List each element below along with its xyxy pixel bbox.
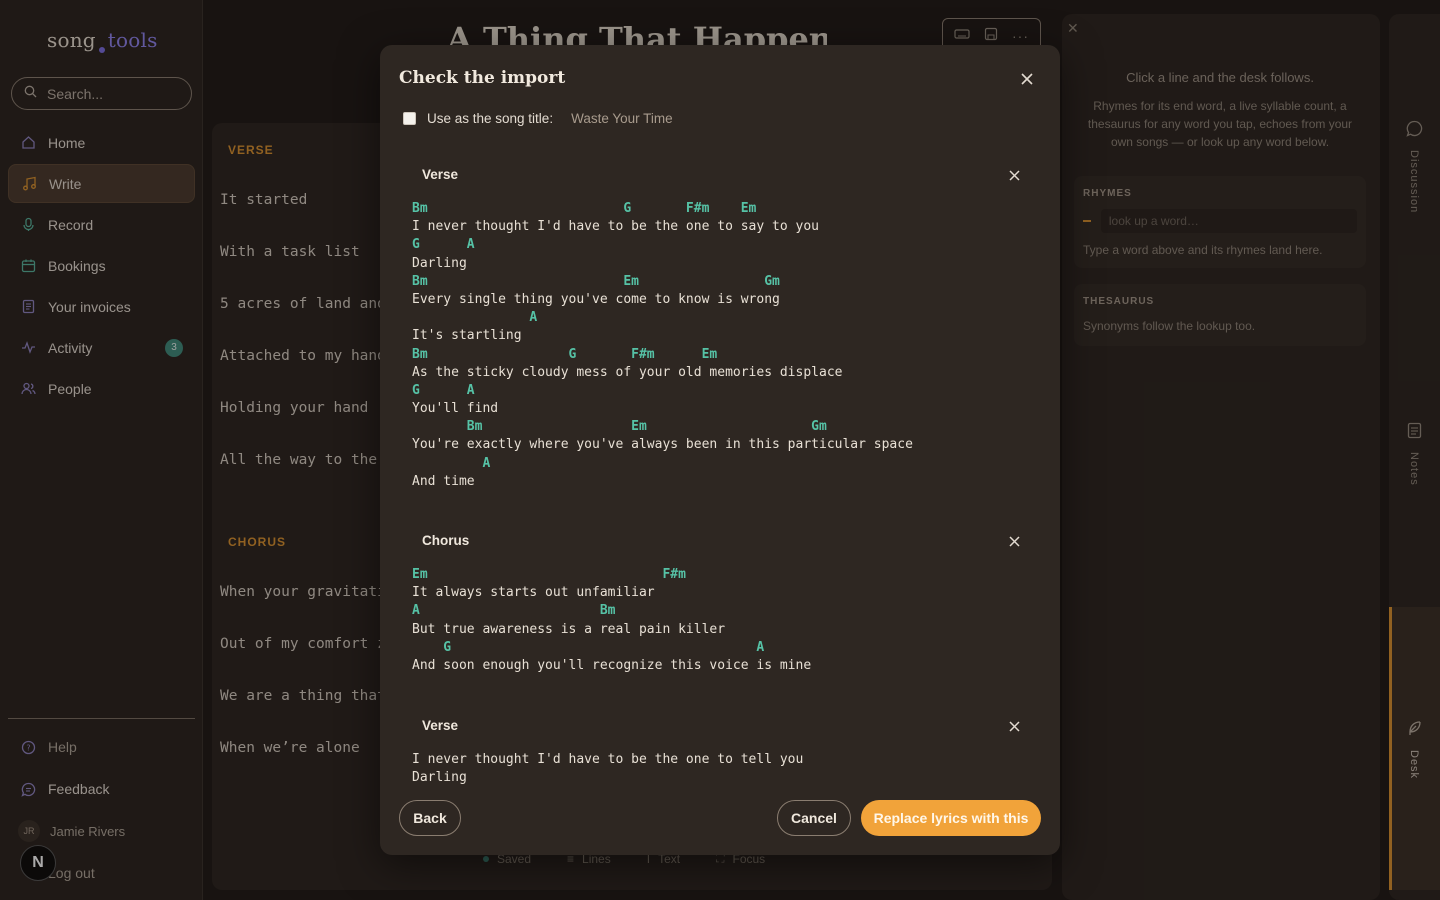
lyric-line: I never thought I'd have to be the one t… bbox=[412, 219, 819, 235]
suggested-title: Waste Your Time bbox=[571, 111, 673, 126]
block-lines: Em F#m It always starts out unfamiliar A B… bbox=[412, 566, 811, 675]
lyric-line: As the sticky cloudy mess of your old me… bbox=[412, 364, 843, 380]
lyric-line: It's startling bbox=[412, 328, 522, 344]
back-button[interactable]: Back bbox=[399, 800, 461, 836]
block-lines: I never thought I'd have to be the one t… bbox=[412, 751, 803, 787]
block-heading: Chorus bbox=[422, 533, 470, 548]
chord-line: Em F#m bbox=[412, 567, 686, 582]
remove-block-icon[interactable] bbox=[1005, 166, 1023, 184]
chord-line: Bm Em Gm bbox=[412, 273, 780, 289]
lyric-line: Every single thing you've come to know i… bbox=[412, 291, 780, 307]
lyric-line: I never thought I'd have to be the one t… bbox=[412, 752, 804, 767]
remove-block-icon[interactable] bbox=[1005, 532, 1023, 550]
replace-lyrics-button[interactable]: Replace lyrics with this bbox=[861, 800, 1041, 836]
dialog-title: Check the import bbox=[399, 68, 566, 88]
close-icon[interactable] bbox=[1018, 70, 1036, 88]
chord-line: Bm Em Gm bbox=[412, 419, 827, 435]
lyric-line: It always starts out unfamiliar bbox=[412, 585, 655, 601]
use-as-title-label: Use as the song title: bbox=[427, 111, 554, 126]
import-preview-scroll[interactable]: Verse Bm G F#m Em I never thought I'd hav… bbox=[399, 150, 1041, 787]
cancel-button[interactable]: Cancel bbox=[777, 800, 851, 836]
chord-line: Bm G F#m Em bbox=[412, 201, 757, 216]
chord-line: A bbox=[412, 310, 538, 326]
lyric-line: But true awareness is a real pain killer bbox=[412, 621, 726, 637]
chord-line: Bm G F#m Em bbox=[412, 346, 718, 362]
block-heading: Verse bbox=[422, 718, 459, 733]
lyric-line: And time bbox=[412, 473, 475, 489]
import-dialog: Check the import Use as the song title: … bbox=[380, 45, 1060, 855]
use-as-title-row: Use as the song title: Waste Your Time bbox=[403, 111, 673, 126]
chord-line: G A bbox=[412, 639, 765, 655]
chord-line: G A bbox=[412, 382, 475, 398]
lyric-line: You're exactly where you've always been … bbox=[412, 437, 913, 453]
use-as-title-checkbox[interactable] bbox=[403, 112, 416, 125]
block-lines: Bm G F#m Em I never thought I'd have to b… bbox=[412, 200, 913, 491]
lyric-line: You'll find bbox=[412, 401, 499, 417]
block-heading: Verse bbox=[422, 167, 459, 182]
chord-line: G A bbox=[412, 237, 475, 253]
lyric-line: Darling bbox=[412, 255, 467, 271]
chord-line: A bbox=[412, 455, 491, 471]
chord-line: A Bm bbox=[412, 603, 616, 619]
remove-block-icon[interactable] bbox=[1005, 717, 1023, 735]
lyric-line: And soon enough you'll recognize this vo… bbox=[412, 657, 812, 673]
lyric-line: Darling bbox=[412, 770, 467, 786]
